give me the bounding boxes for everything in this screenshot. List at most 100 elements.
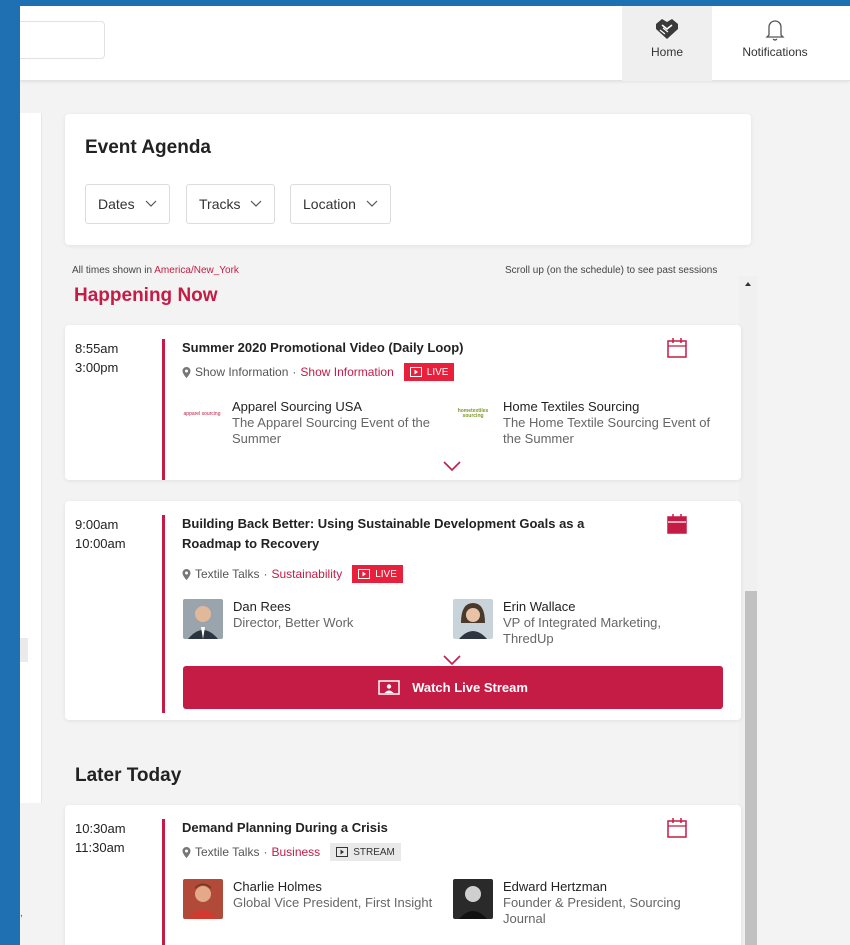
- stream-badge-label: STREAM: [353, 846, 395, 858]
- search-input[interactable]: [20, 21, 105, 59]
- session-accent-bar: [162, 819, 165, 945]
- session-time: 9:00am 10:00am: [75, 515, 126, 553]
- play-icon: [336, 847, 349, 857]
- location-pin-icon: [182, 846, 191, 858]
- session-track[interactable]: Show Information: [300, 365, 393, 379]
- avatar: [183, 599, 223, 639]
- live-badge-label: LIVE: [375, 568, 397, 580]
- expand-chevron-icon[interactable]: [443, 655, 461, 665]
- scroll-hint: Scroll up (on the schedule) to see past …: [505, 265, 718, 276]
- sponsor[interactable]: apparel sourcing Apparel Sourcing USA Th…: [182, 399, 444, 447]
- location-filter-label: Location: [303, 196, 356, 212]
- expand-chevron-icon[interactable]: [443, 461, 461, 471]
- speaker-role: Founder & President, Sourcing Journal: [503, 895, 681, 926]
- speaker[interactable]: Charlie Holmes Global Vice President, Fi…: [183, 879, 445, 919]
- speaker-name: Charlie Holmes: [233, 879, 322, 894]
- session-end: 11:30am: [75, 840, 125, 855]
- speaker-name: Dan Rees: [233, 599, 291, 614]
- session-location: Textile Talks: [195, 845, 260, 859]
- session-location: Textile Talks: [195, 567, 260, 581]
- speaker-role: VP of Integrated Marketing, ThredUp: [503, 615, 662, 646]
- speaker[interactable]: Erin Wallace VP of Integrated Marketing,…: [453, 599, 713, 647]
- speaker-name: Erin Wallace: [503, 599, 576, 614]
- live-badge: LIVE: [352, 565, 403, 583]
- session-time: 10:30am 11:30am: [75, 819, 126, 857]
- scrollbar-thumb[interactable]: [745, 591, 757, 945]
- sponsor[interactable]: hometextiles sourcing Home Textiles Sour…: [453, 399, 713, 447]
- session-end: 10:00am: [75, 536, 126, 551]
- session-accent-bar: [162, 515, 165, 713]
- speaker-role: Global Vice President, First Insight: [233, 895, 433, 910]
- session-location: Show Information: [195, 365, 289, 379]
- timezone-link[interactable]: America/New_York: [154, 265, 239, 276]
- session-title[interactable]: Building Back Better: Using Sustainable …: [182, 514, 612, 554]
- left-panel: [20, 113, 42, 803]
- apparel-sourcing-logo: apparel sourcing: [183, 410, 221, 417]
- chevron-down-icon: [145, 200, 157, 207]
- nav-home-label: Home: [650, 45, 683, 59]
- added-to-calendar-icon[interactable]: [666, 513, 688, 535]
- bell-icon: [765, 20, 785, 41]
- top-bar: Home Notifications: [20, 6, 850, 81]
- session-title[interactable]: Summer 2020 Promotional Video (Daily Loo…: [182, 338, 612, 358]
- session-card[interactable]: 10:30am 11:30am Demand Planning During a…: [65, 805, 741, 945]
- session-accent-bar: [162, 339, 165, 480]
- left-edge-mark: ,: [20, 908, 23, 919]
- dates-filter-label: Dates: [98, 196, 135, 212]
- session-track[interactable]: Business: [271, 845, 320, 859]
- sponsor-description: The Home Textile Sourcing Event of the S…: [503, 415, 711, 446]
- speaker-role: Director, Better Work: [233, 615, 354, 630]
- session-meta: Textile Talks · Sustainability LIVE: [182, 565, 403, 583]
- agenda-title: Event Agenda: [85, 137, 211, 158]
- sponsor-name: Apparel Sourcing USA: [232, 399, 363, 414]
- session-end: 3:00pm: [75, 360, 119, 375]
- add-to-calendar-icon[interactable]: [666, 337, 688, 359]
- left-panel-marker: [20, 638, 28, 662]
- nav-notifications-label: Notifications: [742, 45, 808, 59]
- happening-now-heading: Happening Now: [74, 285, 218, 306]
- location-pin-icon: [182, 366, 191, 378]
- speaker[interactable]: Dan Rees Director, Better Work: [183, 599, 445, 639]
- chevron-down-icon: [366, 200, 378, 207]
- session-card[interactable]: 8:55am 3:00pm Summer 2020 Promotional Vi…: [65, 325, 741, 480]
- session-start: 9:00am: [75, 517, 119, 532]
- live-badge-label: LIVE: [426, 366, 449, 378]
- chevron-down-icon: [251, 200, 262, 207]
- timezone-note: All times shown in America/New_York: [72, 265, 239, 276]
- app-window: Home Notifications , Event Agenda Dates …: [20, 6, 850, 945]
- session-start: 8:55am: [75, 341, 119, 356]
- session-card[interactable]: 9:00am 10:00am Building Back Better: Usi…: [65, 501, 741, 720]
- play-icon: [358, 569, 371, 579]
- session-meta: Textile Talks · Business STREAM: [182, 843, 401, 861]
- watch-live-stream-label: Watch Live Stream: [412, 680, 528, 695]
- speaker-name: Edward Hertzman: [503, 879, 608, 894]
- timezone-note-prefix: All times shown in: [72, 265, 153, 276]
- nav-home[interactable]: Home: [622, 6, 712, 81]
- stream-screen-icon: [378, 679, 400, 695]
- add-to-calendar-icon[interactable]: [666, 817, 688, 839]
- location-pin-icon: [182, 568, 191, 580]
- tracks-filter[interactable]: Tracks: [186, 184, 276, 224]
- dates-filter[interactable]: Dates: [85, 184, 170, 224]
- tracks-filter-label: Tracks: [199, 196, 241, 212]
- session-time: 8:55am 3:00pm: [75, 339, 118, 377]
- watch-live-stream-button[interactable]: Watch Live Stream: [183, 666, 723, 709]
- stream-badge: STREAM: [330, 843, 401, 861]
- nav-notifications[interactable]: Notifications: [732, 6, 818, 81]
- session-track[interactable]: Sustainability: [271, 567, 342, 581]
- avatar: [183, 879, 223, 919]
- sponsor-name: Home Textiles Sourcing: [503, 399, 640, 414]
- session-title[interactable]: Demand Planning During a Crisis: [182, 818, 612, 838]
- live-badge: LIVE: [403, 363, 455, 381]
- later-today-heading: Later Today: [75, 765, 182, 786]
- session-meta: Show Information · Show Information LIVE: [182, 363, 455, 381]
- play-icon: [409, 367, 422, 377]
- sponsor-description: The Apparel Sourcing Event of the Summer: [232, 415, 431, 446]
- avatar: [453, 599, 493, 639]
- scroll-up-arrow-icon[interactable]: [745, 282, 751, 286]
- speaker[interactable]: Edward Hertzman Founder & President, Sou…: [453, 879, 713, 927]
- handshake-icon: [656, 19, 678, 39]
- event-agenda-card: Event Agenda Dates Tracks Location: [65, 114, 751, 245]
- home-textiles-logo: hometextiles sourcing: [457, 408, 489, 419]
- location-filter[interactable]: Location: [290, 184, 391, 224]
